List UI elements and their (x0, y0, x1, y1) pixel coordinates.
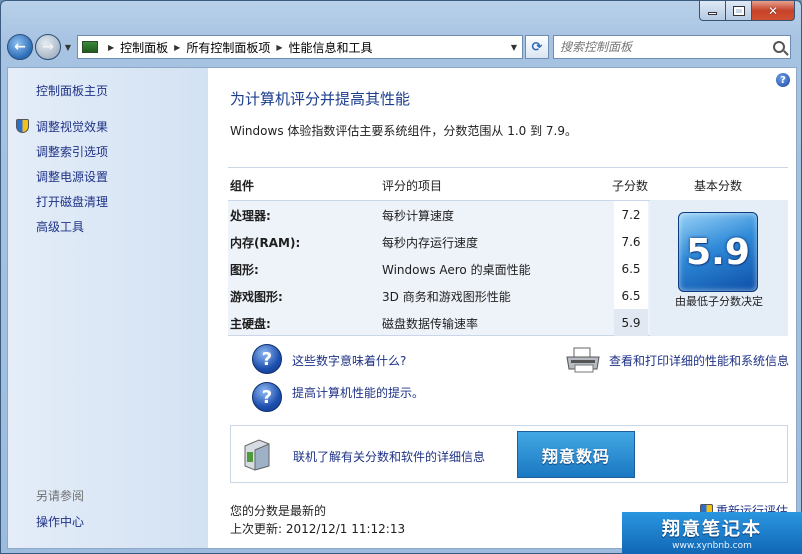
window-frame: ✕ ← → ▼ ▶ 控制面板 ▶ 所有控制面板项 ▶ 性能信息和工具 ▼ ⟳ 控… (0, 0, 802, 554)
table-row: 图形: Windows Aero 的桌面性能 6.5 (228, 255, 648, 282)
breadcrumb-all-items[interactable]: 所有控制面板项 (186, 39, 270, 56)
refresh-icon: ⟳ (531, 39, 543, 55)
what-numbers-mean-link[interactable]: 这些数字意味着什么? (292, 352, 406, 369)
promo-banner-text: 翔意数码 (541, 446, 610, 466)
rated-item-cell: 每秒内存运行速度 (382, 236, 479, 250)
base-score-area: 5.9 由最低子分数决定 (650, 200, 788, 336)
rated-item-cell: 3D 商务和游戏图形性能 (382, 290, 511, 304)
page-title: 为计算机评分并提高其性能 (230, 90, 411, 108)
promo-banner[interactable]: 翔意数码 (517, 431, 635, 478)
breadcrumb-control-panel[interactable]: 控制面板 (120, 39, 168, 56)
sidebar-item-indexing[interactable]: 调整索引选项 (36, 143, 108, 160)
breadcrumb-separator-icon[interactable]: ▶ (276, 43, 282, 52)
subscore-cell: 7.2 (614, 201, 648, 228)
minimize-icon (708, 12, 717, 15)
breadcrumb-separator-icon[interactable]: ▶ (174, 43, 180, 52)
see-also-heading: 另请参阅 (36, 489, 85, 503)
caption-buttons: ✕ (699, 1, 795, 21)
watermark-url: www.xynbnb.com (672, 541, 752, 551)
base-score-caption: 由最低子分数决定 (675, 295, 763, 308)
content-area: 控制面板主页 调整视觉效果 调整索引选项 调整电源设置 打开磁盘清理 高级工具 … (7, 67, 797, 549)
search-icon[interactable] (773, 41, 785, 53)
table-row: 游戏图形: 3D 商务和游戏图形性能 6.5 (228, 282, 648, 309)
table-row: 内存(RAM): 每秒内存运行速度 7.6 (228, 228, 648, 255)
header-base-score: 基本分数 (694, 179, 743, 193)
score-table: 组件 评分的项目 子分数 基本分数 处理器: 每秒计算速度 7.2 内存(RAM… (228, 167, 788, 337)
component-cell: 处理器: (230, 209, 271, 223)
intro-text: Windows 体验指数评估主要系统组件，分数范围从 1.0 到 7.9。 (230, 124, 577, 138)
close-button[interactable]: ✕ (752, 1, 795, 21)
chevron-down-icon: ▼ (64, 42, 72, 52)
sidebar-home-link[interactable]: 控制面板主页 (36, 82, 108, 99)
sidebar-item-advanced-tools[interactable]: 高级工具 (36, 218, 84, 235)
last-update-text: 上次更新: 2012/12/1 11:12:13 (230, 522, 406, 536)
back-button[interactable]: ← (7, 34, 33, 60)
address-bar[interactable]: ▶ 控制面板 ▶ 所有控制面板项 ▶ 性能信息和工具 ▼ (77, 35, 523, 59)
component-cell: 图形: (230, 263, 259, 277)
recent-pages-dropdown[interactable]: ▼ (62, 43, 74, 52)
subscore-cell: 5.9 (614, 309, 648, 336)
question-icon: ? (252, 382, 282, 412)
printer-icon (566, 347, 600, 373)
base-score-value: 5.9 (686, 231, 750, 273)
help-icon[interactable]: ? (776, 73, 790, 87)
watermark-title: 翔意笔记本 (662, 519, 762, 540)
table-row: 处理器: 每秒计算速度 7.2 (228, 201, 648, 228)
refresh-button[interactable]: ⟳ (525, 35, 549, 59)
subscore-cell: 6.5 (614, 255, 648, 282)
minimize-button[interactable] (699, 1, 726, 21)
subscore-cell: 6.5 (614, 282, 648, 309)
online-info-panel: 联机了解有关分数和软件的详细信息 翔意数码 (230, 425, 788, 483)
search-box[interactable] (553, 35, 791, 59)
search-input[interactable] (560, 40, 760, 54)
software-box-icon (244, 439, 270, 471)
maximize-button[interactable] (726, 1, 752, 21)
table-row: 主硬盘: 磁盘数据传输速率 5.9 (228, 309, 648, 336)
address-history-dropdown[interactable]: ▼ (506, 36, 522, 58)
rated-item-cell: 每秒计算速度 (382, 209, 455, 223)
main-pane: ? 为计算机评分并提高其性能 Windows 体验指数评估主要系统组件，分数范围… (208, 68, 796, 548)
component-cell: 游戏图形: (230, 290, 283, 304)
sidebar-item-disk-cleanup[interactable]: 打开磁盘清理 (36, 193, 108, 210)
component-cell: 内存(RAM): (230, 236, 301, 250)
breadcrumb-separator-icon[interactable]: ▶ (108, 43, 114, 52)
back-arrow-icon: ← (14, 39, 26, 55)
print-details-link[interactable]: 查看和打印详细的性能和系统信息 (609, 352, 789, 369)
header-subscore: 子分数 (612, 179, 649, 193)
sidebar-item-action-center[interactable]: 操作中心 (36, 513, 84, 530)
subscore-cell: 7.6 (614, 228, 648, 255)
uac-shield-icon (16, 119, 29, 133)
forward-button[interactable]: → (35, 34, 61, 60)
breadcrumb-performance[interactable]: 性能信息和工具 (289, 39, 373, 56)
maximize-icon (732, 5, 745, 16)
sidebar: 控制面板主页 调整视觉效果 调整索引选项 调整电源设置 打开磁盘清理 高级工具 … (8, 68, 208, 548)
score-status-text: 您的分数是最新的 (230, 504, 327, 518)
sidebar-item-power[interactable]: 调整电源设置 (36, 168, 108, 185)
performance-tips-link[interactable]: 提高计算机性能的提示。 (292, 384, 424, 401)
table-header: 组件 评分的项目 子分数 基本分数 (228, 168, 788, 200)
rated-item-cell: 磁盘数据传输速率 (382, 317, 479, 331)
rated-item-cell: Windows Aero 的桌面性能 (382, 263, 531, 277)
forward-arrow-icon: → (42, 39, 54, 55)
navigation-bar: ← → ▼ ▶ 控制面板 ▶ 所有控制面板项 ▶ 性能信息和工具 ▼ ⟳ (7, 33, 797, 61)
question-icon: ? (252, 344, 282, 374)
header-component: 组件 (230, 179, 255, 193)
watermark-logo: 翔意笔记本 www.xynbnb.com (622, 512, 802, 554)
control-panel-icon (82, 41, 98, 53)
close-icon: ✕ (767, 3, 779, 18)
chevron-down-icon: ▼ (510, 42, 518, 52)
header-rated-item: 评分的项目 (382, 179, 443, 193)
sidebar-item-visual-effects[interactable]: 调整视觉效果 (36, 118, 108, 135)
component-cell: 主硬盘: (230, 317, 271, 331)
base-score-badge: 5.9 (678, 212, 758, 292)
learn-more-online-link[interactable]: 联机了解有关分数和软件的详细信息 (293, 448, 485, 465)
